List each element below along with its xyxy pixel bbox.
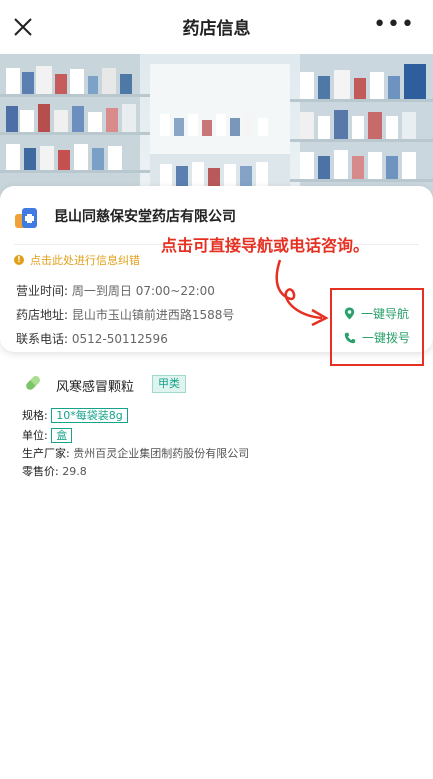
phone-value: 0512-50112596 — [71, 332, 168, 346]
spec-value: 10*每袋装8g — [51, 408, 128, 423]
hours-row: 营业时间: 周一到周日 07:00~22:00 — [16, 282, 215, 299]
unit-value: 盒 — [51, 428, 73, 443]
pharmacy-icon — [15, 208, 37, 228]
info-correction-link[interactable]: ! 点击此处进行信息纠错 — [14, 252, 140, 268]
more-menu-icon[interactable]: ••• — [373, 12, 415, 37]
annotation-highlight-box — [330, 288, 424, 366]
hours-label: 营业时间: — [16, 284, 69, 298]
spec-row: 规格: 10*每袋装8g — [22, 407, 128, 423]
annotation-text: 点击可直接导航或电话咨询。 — [161, 236, 370, 255]
maker-value: 贵州百灵企业集团制药股份有限公司 — [73, 447, 250, 460]
price-row: 零售价: 29.8 — [22, 463, 87, 479]
top-bar: 药店信息 ••• — [0, 0, 433, 54]
spec-label: 规格: — [22, 409, 48, 422]
drug-name: 风寒感冒颗粒 — [56, 380, 135, 395]
drug-category-badge: 甲类 — [152, 375, 186, 393]
price-label: 零售价: — [22, 465, 59, 478]
pill-icon — [26, 376, 40, 390]
unit-row: 单位: 盒 — [22, 427, 73, 443]
phone-row: 联系电话: 0512-50112596 — [16, 330, 168, 347]
price-value: 29.8 — [62, 465, 87, 478]
address-label: 药店地址: — [16, 308, 69, 322]
correction-label: 点击此处进行信息纠错 — [30, 254, 140, 267]
maker-label: 生产厂家: — [22, 447, 70, 460]
pharmacy-banner-image — [0, 54, 433, 204]
address-row: 药店地址: 昆山市玉山镇前进西路1588号 — [16, 306, 234, 323]
address-value: 昆山市玉山镇前进西路1588号 — [71, 308, 235, 322]
warning-icon: ! — [14, 255, 24, 265]
store-name: 昆山同慈保安堂药店有限公司 — [54, 209, 236, 225]
phone-label: 联系电话: — [16, 332, 69, 346]
unit-label: 单位: — [22, 429, 48, 442]
page-title: 药店信息 — [182, 19, 251, 39]
hours-value: 周一到周日 07:00~22:00 — [71, 284, 215, 298]
maker-row: 生产厂家: 贵州百灵企业集团制药股份有限公司 — [22, 445, 249, 461]
